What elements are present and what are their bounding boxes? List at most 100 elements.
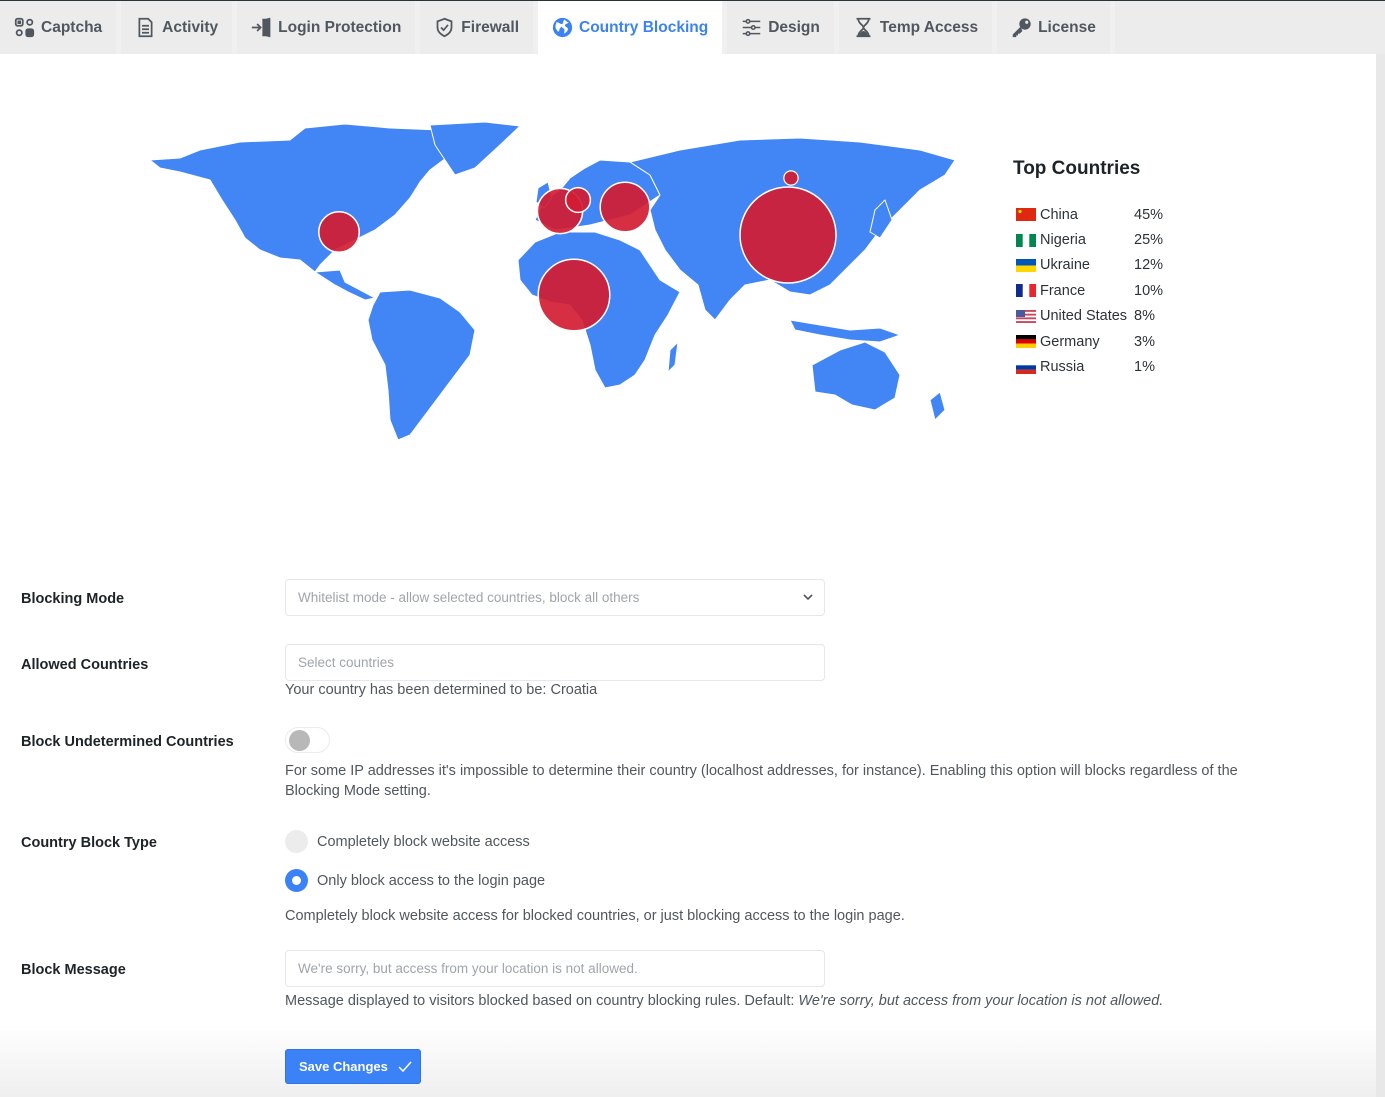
legend-row: France 10% [1013,278,1213,303]
region-new-zealand [929,391,946,421]
tab-label: Activity [162,18,219,36]
region-south-america [367,289,476,441]
flag-germany-icon [1016,335,1036,349]
block-message-label: Block Message [21,962,126,978]
legend-country-value: 8% [1134,308,1155,325]
bubble-germany[interactable] [564,186,592,214]
bubble-russia[interactable] [783,170,799,186]
checkmark-icon [398,1061,412,1072]
tab-license[interactable]: License [997,1,1110,55]
key-icon [1012,18,1031,38]
settings-tabs: Captcha Activity Login Protection Firewa… [0,0,1385,55]
legend-row: Ukraine 12% [1013,253,1213,278]
legend-row: Germany 3% [1013,329,1213,354]
shield-check-icon [436,17,453,38]
flag-france-icon [1016,284,1036,298]
radio-label: Completely block website access [317,833,530,850]
region-madagascar [667,341,679,373]
world-map [140,120,970,450]
radio-completely-block[interactable]: Completely block website access [285,830,530,853]
blocking-mode-select[interactable]: Whitelist mode - allow selected countrie… [285,579,825,616]
allowed-countries-placeholder: Select countries [298,655,395,670]
tab-temp-access[interactable]: Temp Access [838,1,993,55]
login-door-icon [252,17,271,38]
tab-label: Country Blocking [579,18,709,36]
bubble-china[interactable] [739,186,837,284]
flag-nigeria-icon [1016,233,1036,247]
flag-ukraine-icon [1016,258,1036,272]
bubble-ukraine[interactable] [599,181,651,233]
region-central-america [314,269,376,301]
legend-country-name: United States [1040,308,1128,325]
tab-activity[interactable]: Activity [121,1,233,55]
tab-label: Captcha [41,18,103,36]
radio-button-selected[interactable] [285,869,308,892]
legend-country-value: 10% [1134,282,1164,299]
sliders-icon [742,18,761,37]
detected-country-text: Your country has been determined to be: … [285,682,598,698]
block-undetermined-help: For some IP addresses it's impossible to… [285,763,1238,799]
save-changes-button[interactable]: Save Changes [285,1049,421,1084]
legend-country-value: 3% [1134,333,1155,350]
chevron-down-icon [803,594,813,601]
legend-row: Russia 1% [1013,354,1213,379]
tab-label: Firewall [461,18,520,36]
legend-rows: China 45% Nigeria 25% Ukraine 12% France… [1013,202,1213,380]
legend-country-name: Germany [1040,333,1100,350]
block-undetermined-label: Block Undetermined Countries [21,734,234,750]
legend-country-value: 45% [1134,206,1164,223]
bubble-nigeria[interactable] [537,258,611,332]
flag-usa-icon [1016,309,1036,323]
region-indonesia [789,319,901,343]
tab-label: Login Protection [278,18,402,36]
hourglass-icon [856,17,871,38]
document-icon [138,17,153,38]
top-countries-legend: Top Countries China 45% Nigeria 25% Ukra… [1013,158,1213,380]
country-block-type-help: Completely block website access for bloc… [285,908,905,924]
legend-row: United States 8% [1013,304,1213,329]
save-label: Save Changes [299,1059,388,1074]
world-map-svg [149,121,956,441]
blocking-mode-label: Blocking Mode [21,591,125,607]
blocking-mode-value: Whitelist mode - allow selected countrie… [298,590,640,605]
page-scrollbar[interactable] [1376,54,1385,1097]
legend-country-value: 12% [1134,257,1164,274]
tab-captcha[interactable]: Captcha [0,1,117,55]
tab-design[interactable]: Design [727,1,834,55]
block-message-help: Message displayed to visitors blocked ba… [285,992,1163,1012]
region-greenland [429,121,521,176]
tab-login-protection[interactable]: Login Protection [237,1,416,55]
block-message-input[interactable]: We're sorry, but access from your locati… [285,950,825,987]
legend-country-name: Russia [1040,359,1085,376]
block-message-placeholder: We're sorry, but access from your locati… [298,961,638,976]
globe-icon [552,17,573,38]
flag-china-icon [1016,208,1036,222]
block-message-default: We're sorry, but access from your locati… [798,993,1164,1009]
radio-button[interactable] [285,830,308,853]
allowed-countries-input[interactable]: Select countries [285,644,825,681]
tab-country-blocking[interactable]: Country Blocking [538,1,723,55]
legend-country-value: 1% [1134,359,1155,376]
region-australia [811,341,901,411]
block-undetermined-toggle[interactable] [285,727,330,753]
legend-country-value: 25% [1134,232,1164,249]
tab-firewall[interactable]: Firewall [420,1,534,55]
legend-row: China 45% [1013,202,1213,227]
legend-country-name: Nigeria [1040,232,1086,249]
radio-label: Only block access to the login page [317,872,546,889]
block-message-help-text: Message displayed to visitors blocked ba… [285,993,799,1009]
legend-country-name: China [1040,206,1078,223]
radio-login-only[interactable]: Only block access to the login page [285,869,545,892]
legend-title: Top Countries [1013,158,1141,179]
region-north-america [149,123,471,273]
tab-label: Design [768,18,820,36]
bubble-united-states[interactable] [318,211,360,253]
legend-country-name: Ukraine [1040,257,1090,274]
legend-row: Nigeria 25% [1013,227,1213,252]
tab-label: License [1038,18,1096,36]
toggle-knob [289,730,310,751]
tab-bar-filler [1114,1,1385,55]
legend-country-name: France [1040,282,1086,299]
captcha-icon [14,17,35,38]
country-block-type-label: Country Block Type [21,835,157,851]
